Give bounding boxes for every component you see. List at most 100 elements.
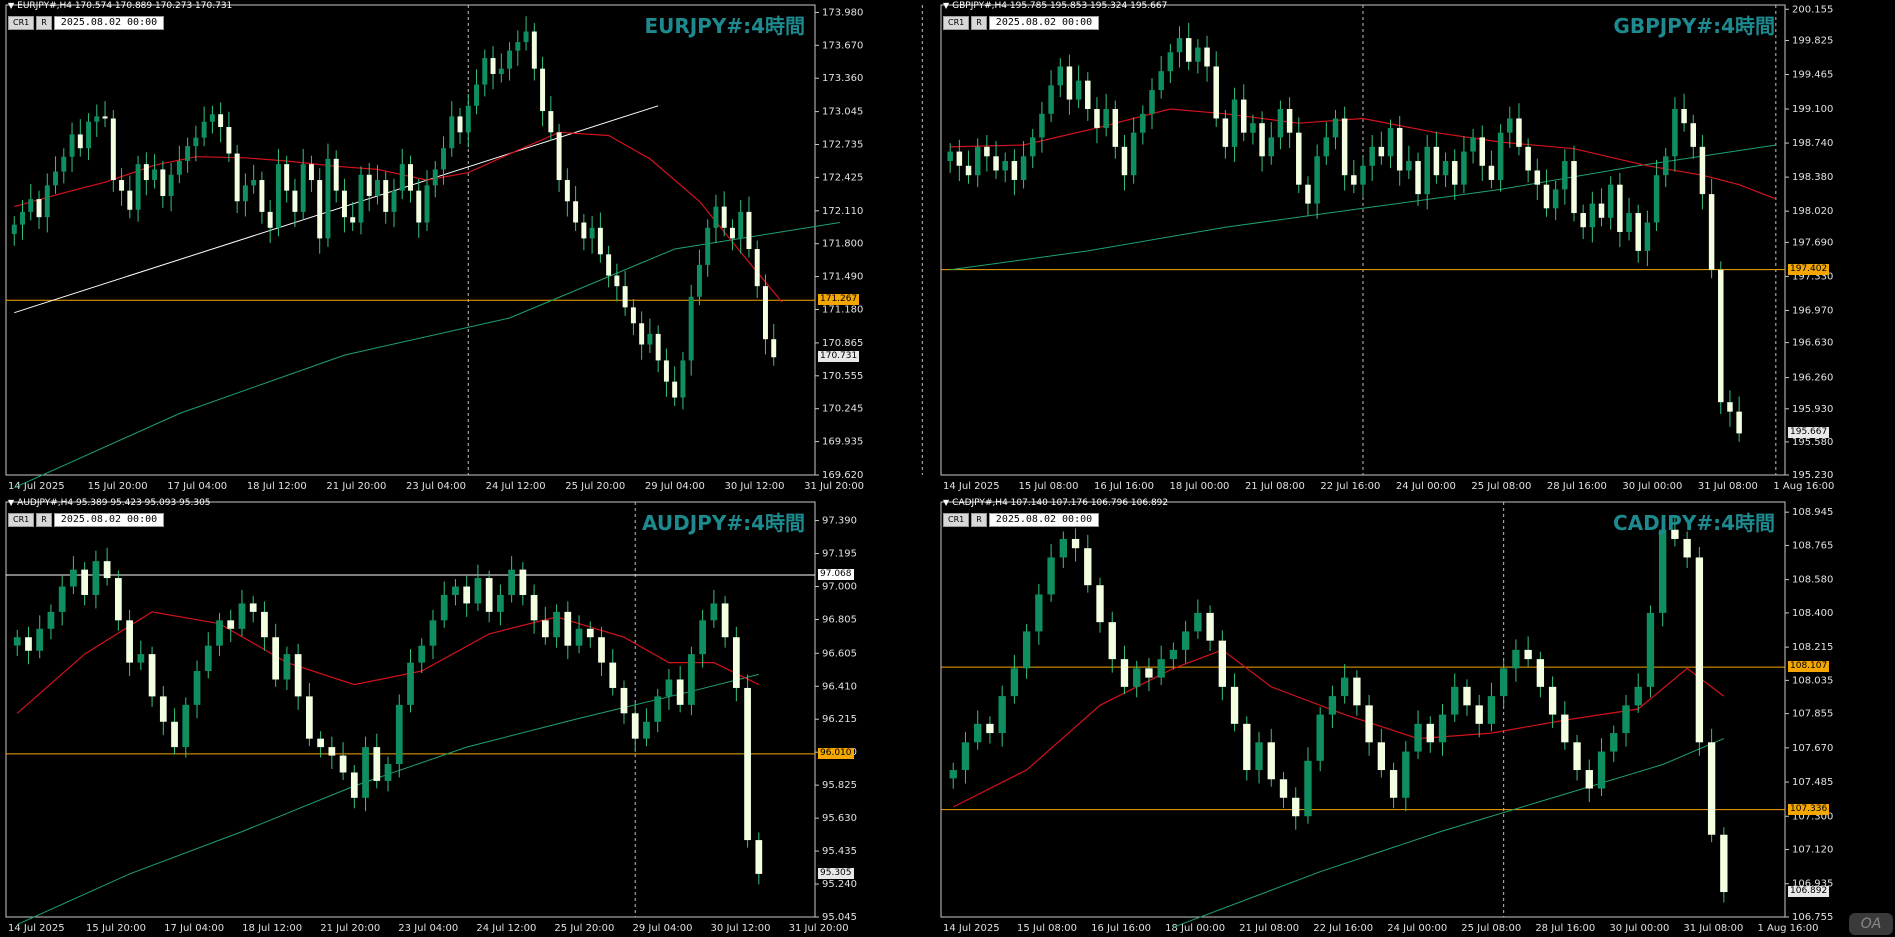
candle-body (1341, 118, 1348, 176)
candle-body (103, 561, 111, 579)
candle-body (1561, 714, 1569, 743)
candle-body (1571, 161, 1577, 214)
candle-body (606, 254, 612, 276)
y-tick-label: 198.020 (1792, 206, 1833, 217)
candle-body (358, 174, 364, 223)
cr1-button[interactable]: CR1 (8, 15, 35, 30)
candle-body (227, 620, 235, 629)
candle-body (556, 132, 562, 181)
current-price-tag: 195.667 (1788, 427, 1830, 439)
r-button[interactable]: R (36, 512, 52, 527)
x-tick-label: 23 Jul 04:00 (406, 481, 466, 492)
candle-body (1424, 146, 1430, 195)
candle-body (1585, 770, 1593, 789)
x-tick-label: 25 Jul 08:00 (1471, 481, 1531, 492)
x-tick-label: 24 Jul 00:00 (1387, 923, 1447, 934)
candle-body (424, 185, 430, 223)
candle-body (1066, 66, 1073, 100)
candle-body (457, 116, 463, 133)
x-tick-label: 17 Jul 04:00 (167, 481, 227, 492)
candle-body (961, 742, 970, 771)
candle-body (1071, 538, 1080, 549)
panel-gbpjpy: 200.155 199.825 199.465 199.100 198.740 198.3… (935, 0, 1895, 495)
watermark-logo: OA (1849, 913, 1893, 935)
y-tick-label: 195.230 (1792, 470, 1833, 481)
candle-body (148, 654, 156, 697)
candle-body (283, 654, 291, 680)
candle-body (755, 840, 763, 874)
y-tick-label: 96.605 (822, 648, 857, 659)
candle-body (1488, 165, 1495, 180)
candle-body (710, 603, 718, 621)
y-tick-label: 196.260 (1792, 373, 1833, 384)
candle-body (463, 586, 471, 604)
candle-body (1543, 184, 1550, 209)
candle-body (1035, 594, 1043, 632)
price-chart-svg: 97.390 97.195 97.000 96.805 96.605 96.410 96.2… (5, 501, 857, 934)
cr1-button[interactable]: CR1 (943, 15, 970, 30)
x-tick-label: 18 Jul 12:00 (247, 481, 307, 492)
candle-body (1084, 548, 1092, 586)
collapse-triangle-icon[interactable]: ▼ (8, 1, 14, 10)
candle-body (416, 190, 422, 223)
candle-body (1316, 714, 1324, 761)
candle-body (1133, 668, 1141, 687)
candle-body (1646, 612, 1655, 687)
y-tick-label: 198.380 (1792, 172, 1833, 183)
cr1-button[interactable]: CR1 (943, 512, 970, 527)
candle-body (294, 654, 302, 697)
candle-body (465, 105, 471, 133)
candle-body (680, 360, 686, 398)
candle-body (586, 628, 594, 638)
r-button[interactable]: R (971, 15, 987, 30)
candle-body (1353, 677, 1361, 706)
candle-body (1720, 834, 1728, 893)
candle-body (1597, 751, 1606, 789)
candle-body (1323, 137, 1330, 157)
collapse-triangle-icon[interactable]: ▼ (943, 498, 949, 507)
candle-body (1231, 99, 1238, 147)
candle-body (47, 611, 55, 629)
candle-body (1250, 123, 1256, 133)
y-tick-label: 107.485 (1792, 777, 1833, 788)
candle-body (721, 206, 727, 228)
candle-body (452, 586, 459, 595)
candle-body (1387, 127, 1394, 157)
cr1-button[interactable]: CR1 (8, 512, 35, 527)
candle-body (947, 151, 953, 161)
candle-body (1672, 109, 1678, 157)
candle-body (643, 721, 650, 739)
candle-body (86, 121, 92, 149)
collapse-triangle-icon[interactable]: ▼ (8, 498, 14, 507)
candle-body (530, 594, 538, 621)
candle-body (441, 148, 446, 170)
y-tick-label: 95.825 (822, 780, 857, 791)
candle-body (1406, 161, 1412, 171)
datetime-field: 2025.08.02 00:00 (988, 512, 1100, 527)
x-tick-label: 31 Jul 08:00 (1683, 923, 1743, 934)
candle-body (553, 611, 560, 638)
candle-body (1279, 779, 1288, 798)
hline-price-tag: 197.402 (1788, 263, 1830, 275)
r-button[interactable]: R (971, 512, 987, 527)
candle-body (1389, 770, 1398, 798)
plot-frame (5, 4, 816, 476)
x-tick-label: 30 Jul 00:00 (1609, 923, 1669, 934)
collapse-triangle-icon[interactable]: ▼ (943, 1, 949, 10)
candle-body (114, 578, 122, 621)
candle-body (1002, 161, 1008, 171)
candle-body (185, 146, 191, 161)
candle-body (119, 180, 125, 191)
candle-body (564, 180, 570, 202)
candle-body (1396, 127, 1403, 171)
candle-body (519, 569, 527, 595)
x-tick-label: 30 Jul 12:00 (711, 923, 771, 934)
candle-body (1360, 165, 1366, 185)
y-tick-label: 200.155 (1792, 4, 1833, 15)
candle-body (216, 620, 223, 646)
chart-toolbar: CR1 R 2025.08.02 00:00 (8, 15, 165, 30)
r-button[interactable]: R (36, 15, 52, 30)
x-tick-label: 25 Jul 08:00 (1461, 923, 1521, 934)
x-tick-label: 14 Jul 2025 (943, 481, 1000, 492)
candle-body (127, 190, 133, 210)
